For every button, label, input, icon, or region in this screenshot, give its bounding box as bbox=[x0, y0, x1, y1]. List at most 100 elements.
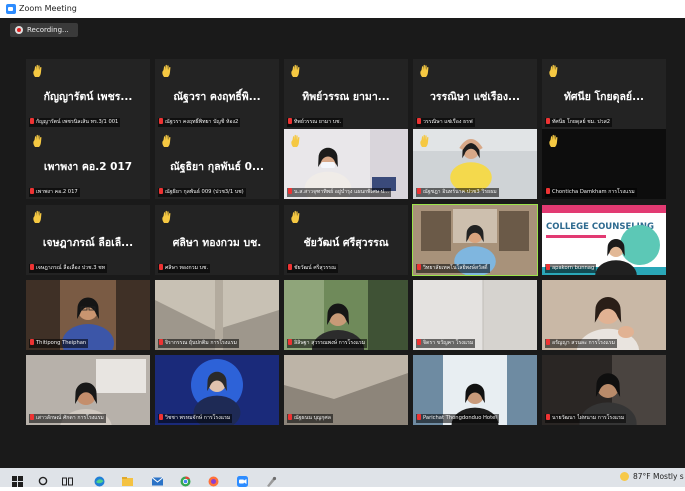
participant-name: apakorn bunnag bbox=[552, 265, 595, 271]
participant-name-label: วรรณิษา แซ่เรือง ธรฟ bbox=[416, 118, 475, 127]
participant-tile[interactable]: นายวัฒนา ไผ่หนาม การโรงแรม bbox=[542, 355, 666, 425]
muted-mic-icon bbox=[546, 188, 550, 194]
participant-tile[interactable]: กัญญารัตน์ เพชร... กัญญารัตน์ เพชรนิลเส้น… bbox=[26, 59, 150, 129]
participant-name: ทัศนีย โกยดุลย์ ชม. ปวส2 bbox=[552, 119, 611, 125]
participant-display-name: เจษฎาภรณ์ ลือเลื... bbox=[42, 237, 134, 249]
muted-mic-icon bbox=[417, 188, 421, 194]
participant-tile[interactable]: วิชชา พรหมจักษ์ การโรงแรม bbox=[155, 355, 279, 425]
participant-name-label: ณัฐธนน บุญกุศล bbox=[287, 414, 333, 423]
muted-mic-icon bbox=[546, 264, 550, 270]
participant-name: นายวัฒนา ไผ่หนาม การโรงแรม bbox=[552, 415, 625, 421]
search-icon[interactable] bbox=[38, 472, 49, 486]
muted-mic-icon bbox=[30, 264, 34, 270]
participant-tile[interactable]: จิรากรรณ ยุ้นปกติม การโรงแรม bbox=[155, 280, 279, 350]
participant-tile[interactable]: น.ส.สาวจุฑาทิพย์ อยู่บำรุง แผนกพิเศษ ป..… bbox=[284, 129, 408, 199]
participant-name: ณัฐธนน บุญกุศล bbox=[294, 415, 331, 421]
participant-name-label: ลิลิษฐา สุวรรณพงษ์ การโรงแรม bbox=[287, 339, 368, 348]
participant-name-label: วิชชา พรหมจักษ์ การโรงแรม bbox=[158, 414, 233, 423]
title-bar: Zoom Meeting bbox=[0, 0, 685, 18]
participant-name-label: ศลิษา ทองกวม บช. bbox=[158, 264, 211, 273]
participant-tile[interactable]: ทัศนีย โกยดุลย์... ทัศนีย โกยดุลย์ ชม. ปว… bbox=[542, 59, 666, 129]
participant-name: วิทยาลัยเทคโนโลยีพงษ์สวัสดิ์ bbox=[423, 265, 488, 271]
participant-name-label: ชัยวัฒน์ ศรีสุวรรณ bbox=[287, 264, 338, 273]
participant-tile[interactable]: ณัฐธิยา กุลพันธ์ 0... ณัฐธิยา กุลพันธ์ 00… bbox=[155, 129, 279, 199]
participant-name: ณัฐชฎา อินทร์นาค ปวช3 วิรยธม bbox=[423, 189, 497, 195]
participant-name-label: กัญญารัตน์ เพชรนิลเส้น ทร.3/1 001 bbox=[29, 118, 121, 127]
task-view-icon[interactable] bbox=[62, 472, 73, 486]
participant-name-label: ทิพย์วรรณ ยามา บช. bbox=[287, 118, 344, 127]
firefox-icon[interactable] bbox=[208, 472, 219, 487]
participant-name-label: จิรากรรณ ยุ้นปกติม การโรงแรม bbox=[158, 339, 239, 348]
participant-tile[interactable]: ณัฐวรา คงฤทธิ์พิ... ณัฐวรา คงฤทธิ์พิทยา บ… bbox=[155, 59, 279, 129]
participant-tile[interactable]: เจษฎาภรณ์ ลือเลื... เจษฎาภรณ์ ลือเลื่อง ป… bbox=[26, 205, 150, 275]
participant-name: เสาวลักษณ์ ศักดา การโรงแรม bbox=[36, 415, 104, 421]
participant-name-label: Chonticha Damkham การโรงแรม bbox=[545, 188, 637, 197]
participant-tile[interactable]: เพาพงา คอ.2 017 เพาพงา คอ.2 017 bbox=[26, 129, 150, 199]
paint-icon[interactable] bbox=[266, 472, 277, 487]
participant-tile[interactable]: ณัฐชฎา อินทร์นาค ปวช3 วิรยธม bbox=[413, 129, 537, 199]
raised-hand-icon bbox=[290, 133, 302, 147]
muted-mic-icon bbox=[288, 264, 292, 270]
participant-tile[interactable]: ทิพย์วรรณ ยามา... ทิพย์วรรณ ยามา บช. bbox=[284, 59, 408, 129]
participant-name: เจษฎาภรณ์ ลือเลื่อง ปวช.3 ชท bbox=[36, 265, 106, 271]
muted-mic-icon bbox=[159, 118, 163, 124]
raised-hand-icon bbox=[32, 209, 44, 223]
participant-name: น.ส.สาวจุฑาทิพย์ อยู่บำรุง แผนกพิเศษ ป..… bbox=[294, 189, 389, 195]
participant-tile[interactable]: Parichat Thongdonduo Hotel bbox=[413, 355, 537, 425]
muted-mic-icon bbox=[288, 118, 292, 124]
raised-hand-icon bbox=[161, 209, 173, 223]
participant-name-label: จิดรา ขวัญคา โรงแรม bbox=[416, 339, 476, 348]
participant-tile[interactable]: COLLEGE COUNSELING apakorn bunnag bbox=[542, 205, 666, 275]
chrome-icon[interactable] bbox=[180, 472, 191, 487]
file-explorer-icon[interactable] bbox=[122, 472, 133, 486]
muted-mic-icon bbox=[30, 188, 34, 194]
participant-name-label: Thitipong Theiphan bbox=[29, 339, 89, 348]
participant-display-name: กัญญารัตน์ เพชร... bbox=[43, 91, 133, 103]
participant-name: Thitipong Theiphan bbox=[36, 340, 87, 346]
taskbar: 87°F Mostly s bbox=[0, 468, 685, 487]
participant-display-name: วรรณิษา แซ่เรือง... bbox=[430, 91, 520, 103]
muted-mic-icon bbox=[546, 339, 550, 345]
participant-tile[interactable]: วรรณิษา แซ่เรือง... วรรณิษา แซ่เรือง ธรฟ bbox=[413, 59, 537, 129]
participant-name: เพาพงา คอ.2 017 bbox=[36, 189, 78, 195]
participant-tile[interactable]: Thitipong Theiphan bbox=[26, 280, 150, 350]
participant-name-label: Parichat Thongdonduo Hotel bbox=[416, 414, 499, 423]
zoom-app-icon bbox=[6, 4, 16, 14]
weather-widget[interactable]: 87°F Mostly s bbox=[620, 471, 684, 483]
participant-name-label: นายวัฒนา ไผ่หนาม การโรงแรม bbox=[545, 414, 627, 423]
participant-tile[interactable]: จิดรา ขวัญคา โรงแรม bbox=[413, 280, 537, 350]
muted-mic-icon bbox=[417, 414, 421, 420]
windows-icon[interactable] bbox=[12, 472, 23, 487]
recording-indicator[interactable]: Recording... bbox=[10, 23, 78, 37]
participant-display-name: ชัยวัฒน์ ศรีสุวรรณ bbox=[303, 237, 389, 249]
participant-name-label: ณัฐชฎา อินทร์นาค ปวช3 วิรยธม bbox=[416, 188, 499, 197]
raised-hand-icon bbox=[32, 63, 44, 77]
participant-name: Chonticha Damkham การโรงแรม bbox=[552, 189, 635, 195]
participant-name: จิรากรรณ ยุ้นปกติม การโรงแรม bbox=[165, 340, 237, 346]
zoom-icon[interactable] bbox=[237, 472, 248, 487]
participant-tile[interactable]: ณัฐธนน บุญกุศล bbox=[284, 355, 408, 425]
participant-name: ศลิษา ทองกวม บช. bbox=[165, 265, 209, 271]
raised-hand-icon bbox=[290, 209, 302, 223]
participant-tile[interactable]: ลิลิษฐา สุวรรณพงษ์ การโรงแรม bbox=[284, 280, 408, 350]
muted-mic-icon bbox=[288, 339, 292, 345]
participant-name: ณัฐวรา คงฤทธิ์พิทยา บัญชี ห้อง2 bbox=[165, 119, 239, 125]
muted-mic-icon bbox=[288, 188, 292, 194]
edge-icon[interactable] bbox=[94, 472, 105, 487]
participant-tile[interactable]: Chonticha Damkham การโรงแรม bbox=[542, 129, 666, 199]
participant-tile[interactable]: ชัยวัฒน์ ศรีสุวรรณ ชัยวัฒน์ ศรีสุวรรณ bbox=[284, 205, 408, 275]
participant-name: วรรณิษา แซ่เรือง ธรฟ bbox=[423, 119, 473, 125]
participant-tile[interactable]: อรัญญา สวนละ การโรงแรม bbox=[542, 280, 666, 350]
weather-text: 87°F Mostly s bbox=[633, 472, 684, 481]
raised-hand-icon bbox=[548, 133, 560, 147]
participant-tile[interactable]: วิทยาลัยเทคโนโลยีพงษ์สวัสดิ์ bbox=[412, 204, 538, 276]
record-icon bbox=[15, 26, 23, 34]
mail-icon[interactable] bbox=[151, 472, 164, 486]
participant-tile[interactable]: เสาวลักษณ์ ศักดา การโรงแรม bbox=[26, 355, 150, 425]
window-title: Zoom Meeting bbox=[19, 4, 77, 13]
raised-hand-icon bbox=[419, 133, 431, 147]
participant-name-label: วิทยาลัยเทคโนโลยีพงษ์สวัสดิ์ bbox=[416, 264, 490, 273]
participant-tile[interactable]: ศลิษา ทองกวม บช. ศลิษา ทองกวม บช. bbox=[155, 205, 279, 275]
muted-mic-icon bbox=[417, 264, 421, 270]
muted-mic-icon bbox=[159, 339, 163, 345]
